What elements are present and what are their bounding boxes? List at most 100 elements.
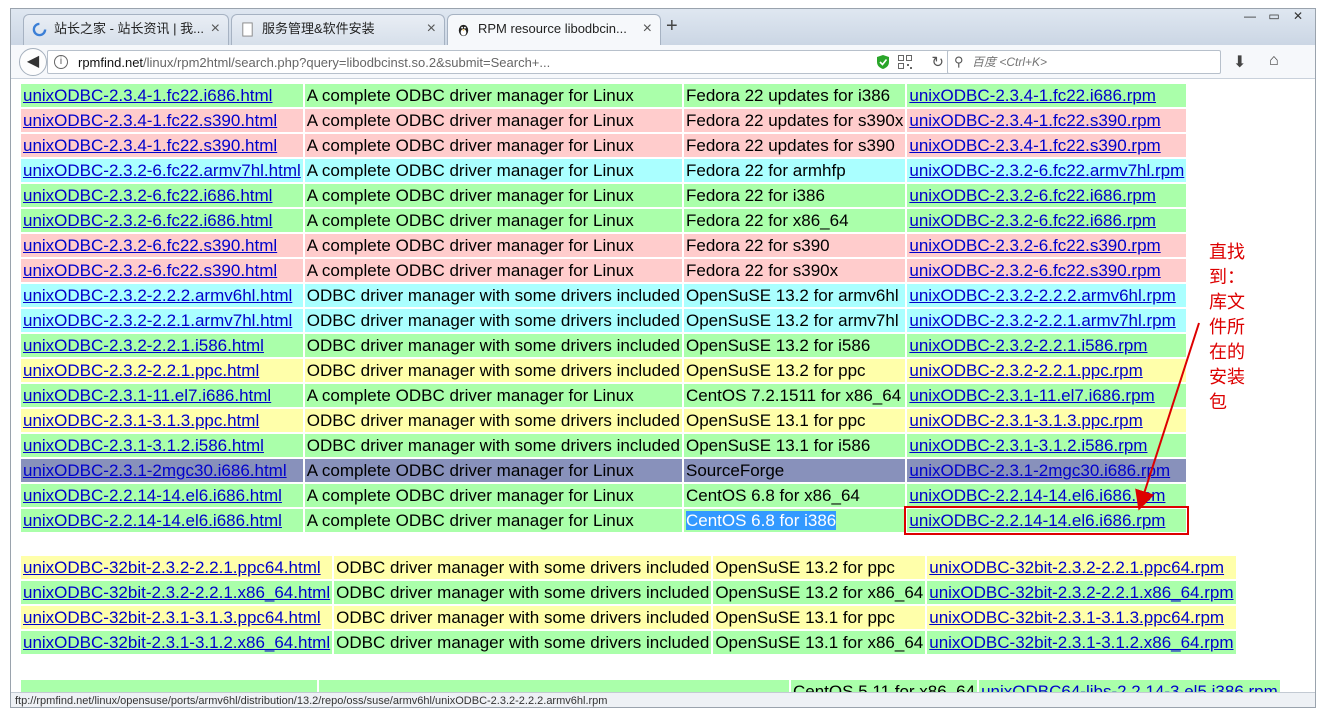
tab-zhanzhang[interactable]: 站长之家 - 站长资讯 | 我... × — [23, 14, 229, 45]
close-tab-icon[interactable]: × — [211, 15, 220, 43]
html-link[interactable]: unixODBC-32bit-2.3.1-3.1.2.x86_64.html — [23, 633, 330, 652]
minimize-icon[interactable]: — — [1239, 9, 1261, 25]
rpm-link[interactable]: unixODBC-2.3.4-1.fc22.i686.rpm — [909, 86, 1156, 105]
rpm-link[interactable]: unixODBC-2.3.2-2.2.1.i586.rpm — [909, 336, 1147, 355]
html-link-cell: unixODBC-2.3.2-2.2.1.ppc.html — [21, 359, 303, 382]
rpm-link-cell: unixODBC-2.3.4-1.fc22.i686.rpm — [907, 84, 1187, 107]
html-link[interactable]: unixODBC-2.3.1-3.1.2.i586.html — [23, 436, 264, 455]
rpm-link[interactable]: unixODBC-2.3.2-2.2.1.armv7hl.rpm — [909, 311, 1175, 330]
rpm-link[interactable]: unixODBC-2.3.2-2.2.2.armv6hl.rpm — [909, 286, 1175, 305]
rpm-link[interactable]: unixODBC-2.2.14-14.el6.i686.rpm — [909, 486, 1165, 505]
download-icon[interactable]: ⬇ — [1233, 52, 1246, 72]
html-link[interactable]: unixODBC-32bit-2.3.2-2.2.1.ppc64.html — [23, 558, 321, 577]
html-link-cell: unixODBC-2.3.2-6.fc22.armv7hl.html — [21, 159, 303, 182]
rpm-link[interactable]: unixODBC-2.3.2-6.fc22.s390.rpm — [909, 236, 1160, 255]
info-icon[interactable]: i — [54, 55, 68, 69]
search-icon: ⚲ — [954, 54, 964, 69]
dist-cell: Fedora 22 for armhfp — [683, 159, 906, 182]
html-link[interactable]: unixODBC-2.3.2-6.fc22.i686.html — [23, 186, 272, 205]
new-tab-button[interactable]: + — [666, 15, 678, 38]
rpm-link[interactable]: unixODBC-2.3.1-2mgc30.i686.rpm — [909, 461, 1170, 480]
html-link-cell: unixODBC-2.3.1-3.1.2.i586.html — [21, 434, 303, 457]
rpm-link[interactable]: unixODBC-32bit-2.3.2-2.2.1.x86_64.rpm — [929, 583, 1233, 602]
html-link[interactable]: unixODBC-2.3.2-6.fc22.armv7hl.html — [23, 161, 301, 180]
rpm-link[interactable]: unixODBC-32bit-2.3.1-3.1.2.x86_64.rpm — [929, 633, 1233, 652]
rpm-link[interactable]: unixODBC-2.3.1-3.1.2.i586.rpm — [909, 436, 1147, 455]
rpm-link-cell: unixODBC-32bit-2.3.1-3.1.3.ppc64.rpm — [927, 606, 1236, 629]
close-tab-icon[interactable]: × — [427, 15, 436, 43]
summary-cell: ODBC driver manager with some drivers in… — [304, 284, 682, 307]
html-link[interactable]: unixODBC-32bit-2.3.2-2.2.1.x86_64.html — [23, 583, 330, 602]
html-link[interactable]: unixODBC-2.3.2-6.fc22.s390.html — [23, 236, 277, 255]
rpm-link[interactable]: unixODBC-2.3.2-6.fc22.armv7hl.rpm — [909, 161, 1184, 180]
tab-title: 站长之家 - 站长资讯 | 我... — [54, 21, 204, 36]
home-icon[interactable]: ⌂ — [1269, 52, 1279, 70]
summary-cell: ODBC driver manager with some drivers in… — [304, 434, 682, 457]
html-link-cell: unixODBC-2.3.4-1.fc22.i686.html — [21, 84, 303, 107]
html-link[interactable]: unixODBC-2.3.4-1.fc22.s390.html — [23, 111, 277, 130]
html-link[interactable]: unixODBC-2.3.1-3.1.3.ppc.html — [23, 411, 259, 430]
html-link[interactable]: unixODBC-2.3.2-2.2.1.i586.html — [23, 336, 264, 355]
url-text[interactable]: rpmfind.net/linux/rpm2html/search.php?qu… — [78, 55, 550, 70]
html-link-cell: unixODBC-2.3.2-2.2.2.armv6hl.html — [21, 284, 303, 307]
search-input[interactable] — [972, 53, 1212, 71]
tab-service-management[interactable]: 服务管理&软件安装 × — [231, 14, 445, 45]
maximize-icon[interactable]: ▭ — [1263, 9, 1285, 25]
rpm-link[interactable]: unixODBC-2.3.2-6.fc22.i686.rpm — [909, 211, 1156, 230]
rpm-link[interactable]: unixODBC-2.3.4-1.fc22.s390.rpm — [909, 111, 1160, 130]
search-bar[interactable]: ⚲ — [947, 50, 1221, 74]
qr-code-icon[interactable] — [898, 55, 912, 69]
rpm-link[interactable]: unixODBC-32bit-2.3.1-3.1.3.ppc64.rpm — [929, 608, 1224, 627]
dist-cell: CentOS 7.2.1511 for x86_64 — [683, 384, 906, 407]
rpm-link-cell: unixODBC-2.3.1-11.el7.i686.rpm — [907, 384, 1187, 407]
rpm-link[interactable]: unixODBC-2.2.14-14.el6.i686.rpm — [909, 511, 1165, 530]
close-tab-icon[interactable]: × — [643, 15, 652, 43]
tab-title: 服务管理&软件安装 — [262, 21, 375, 36]
table-row: unixODBC-32bit-2.3.1-3.1.3.ppc64.html ODB… — [21, 606, 1236, 629]
summary-cell: ODBC driver manager with some drivers in… — [304, 334, 682, 357]
address-bar[interactable]: i rpmfind.net/linux/rpm2html/search.php?… — [47, 50, 955, 74]
html-link-cell: unixODBC-32bit-2.3.1-3.1.2.x86_64.html — [21, 631, 333, 654]
html-link-cell[interactable] — [21, 680, 317, 692]
html-link[interactable]: unixODBC-2.2.14-14.el6.i686.html — [23, 511, 282, 530]
rpm-link[interactable]: unixODBC-32bit-2.3.2-2.2.1.ppc64.rpm — [929, 558, 1224, 577]
rpm-link[interactable]: unixODBC64-libs-2.2.14-3.el5.i386.rpm — [981, 682, 1278, 692]
table-row: unixODBC-32bit-2.3.2-2.2.1.x86_64.html OD… — [21, 581, 1236, 604]
html-link[interactable]: unixODBC-2.3.2-6.fc22.s390.html — [23, 261, 277, 280]
dist-cell: CentOS 6.8 for i386 — [683, 509, 906, 532]
html-link[interactable]: unixODBC-2.3.4-1.fc22.i686.html — [23, 86, 272, 105]
reload-icon[interactable]: ↻ — [931, 53, 944, 71]
tab-rpm-resource[interactable]: RPM resource libodbcin... × — [447, 14, 661, 46]
rpm-link-cell: unixODBC-2.3.4-1.fc22.s390.rpm — [907, 109, 1187, 132]
html-link[interactable]: unixODBC-2.2.14-14.el6.i686.html — [23, 486, 282, 505]
table-row: unixODBC-2.3.1-3.1.3.ppc.html ODBC driver… — [21, 409, 1187, 432]
back-button[interactable]: ◀ — [19, 48, 47, 76]
rpm-link[interactable]: unixODBC-2.3.4-1.fc22.s390.rpm — [909, 136, 1160, 155]
html-link[interactable]: unixODBC-2.3.2-2.2.1.armv7hl.html — [23, 311, 292, 330]
summary-cell: ODBC driver manager with some drivers in… — [334, 631, 712, 654]
rpm-link[interactable]: unixODBC-2.3.2-2.2.1.ppc.rpm — [909, 361, 1142, 380]
rpm-link[interactable]: unixODBC-2.3.2-6.fc22.s390.rpm — [909, 261, 1160, 280]
html-link[interactable]: unixODBC-32bit-2.3.1-3.1.3.ppc64.html — [23, 608, 321, 627]
html-link-cell: unixODBC-2.3.1-11.el7.i686.html — [21, 384, 303, 407]
shield-icon[interactable] — [876, 54, 890, 70]
rpm-link[interactable]: unixODBC-2.3.1-11.el7.i686.rpm — [909, 386, 1154, 405]
dist-cell: Fedora 22 updates for i386 — [683, 84, 906, 107]
html-link[interactable]: unixODBC-2.3.4-1.fc22.s390.html — [23, 136, 277, 155]
html-link[interactable]: unixODBC-2.3.2-2.2.1.ppc.html — [23, 361, 259, 380]
status-bar: ftp://rpmfind.net/linux/opensuse/ports/a… — [11, 692, 1315, 707]
table-row: unixODBC-2.3.4-1.fc22.s390.html A complet… — [21, 109, 1187, 132]
close-window-icon[interactable]: ✕ — [1287, 9, 1309, 25]
rpm-link[interactable]: unixODBC-2.3.1-3.1.3.ppc.rpm — [909, 411, 1142, 430]
html-link[interactable]: unixODBC-2.3.1-2mgc30.i686.html — [23, 461, 287, 480]
table-row: unixODBC-2.2.14-14.el6.i686.html A comple… — [21, 484, 1187, 507]
dist-cell: OpenSuSE 13.2 for armv6hl — [683, 284, 906, 307]
html-link[interactable]: unixODBC-2.3.2-6.fc22.i686.html — [23, 211, 272, 230]
table-row: unixODBC-2.3.2-2.2.1.armv7hl.html ODBC dr… — [21, 309, 1187, 332]
table-row: unixODBC-2.3.2-6.fc22.s390.html A complet… — [21, 234, 1187, 257]
table-row: unixODBC-2.3.2-2.2.2.armv6hl.html ODBC dr… — [21, 284, 1187, 307]
rpm-link-cell: unixODBC-2.3.2-6.fc22.s390.rpm — [907, 234, 1187, 257]
html-link[interactable]: unixODBC-2.3.2-2.2.2.armv6hl.html — [23, 286, 292, 305]
rpm-link[interactable]: unixODBC-2.3.2-6.fc22.i686.rpm — [909, 186, 1156, 205]
html-link[interactable]: unixODBC-2.3.1-11.el7.i686.html — [23, 386, 271, 405]
